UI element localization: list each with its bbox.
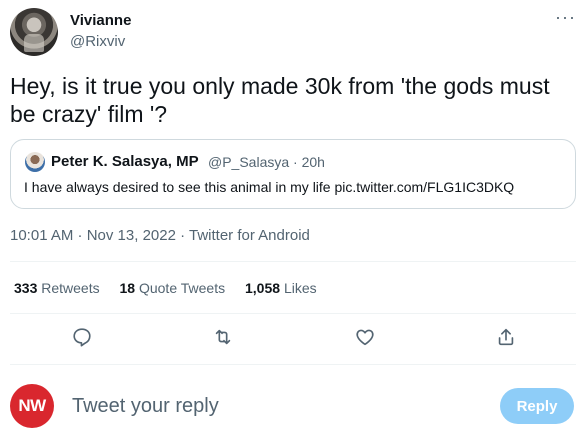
likes-stat[interactable]: 1,058 Likes: [245, 280, 317, 296]
tweet-actions: [10, 318, 576, 358]
likes-count: 1,058: [245, 280, 281, 296]
reply-icon[interactable]: [71, 326, 95, 350]
retweets-count: 333: [14, 280, 38, 296]
author-display-name[interactable]: Vivianne: [70, 12, 131, 29]
tweet-header: Vivianne @Rixviv ···: [10, 8, 576, 56]
author-handle[interactable]: @Rixviv: [70, 33, 125, 50]
retweets-label: Retweets: [41, 280, 100, 296]
tweet-timestamp[interactable]: 10:01 AM · Nov 13, 2022 · Twitter for An…: [10, 227, 310, 244]
quoted-tweet-text: I have always desired to see this animal…: [24, 179, 515, 195]
reply-input[interactable]: Tweet your reply: [72, 395, 219, 418]
quote-tweets-stat[interactable]: 18 Quote Tweets: [120, 280, 226, 296]
divider: [10, 364, 576, 365]
quote-tweets-count: 18: [119, 280, 136, 296]
like-icon[interactable]: [354, 326, 378, 350]
more-options-icon[interactable]: ···: [555, 8, 576, 26]
quoted-tweet[interactable]: Peter K. Salasya, MP @P_Salasya · 20h I …: [10, 139, 576, 209]
author-avatar[interactable]: [10, 8, 58, 56]
user-avatar[interactable]: NW: [10, 384, 54, 428]
share-icon[interactable]: [495, 326, 519, 350]
quote-tweets-label: Quote Tweets: [138, 280, 226, 296]
divider: [10, 313, 576, 314]
reply-button[interactable]: Reply: [500, 388, 574, 424]
reply-composer: NW Tweet your reply Reply: [0, 372, 586, 434]
tweet-stats: 333 Retweets 18 Quote Tweets 1,058 Likes: [14, 280, 333, 296]
divider: [10, 261, 576, 262]
quoted-author-meta: @P_Salasya · 20h: [208, 154, 325, 170]
retweet-icon[interactable]: [212, 326, 236, 350]
retweets-stat[interactable]: 333 Retweets: [14, 280, 100, 296]
tweet-text: Hey, is it true you only made 30k from '…: [10, 73, 550, 127]
likes-label: Likes: [283, 280, 317, 296]
quoted-author-name: Peter K. Salasya, MP: [51, 153, 199, 170]
quoted-author-avatar: [25, 152, 45, 172]
